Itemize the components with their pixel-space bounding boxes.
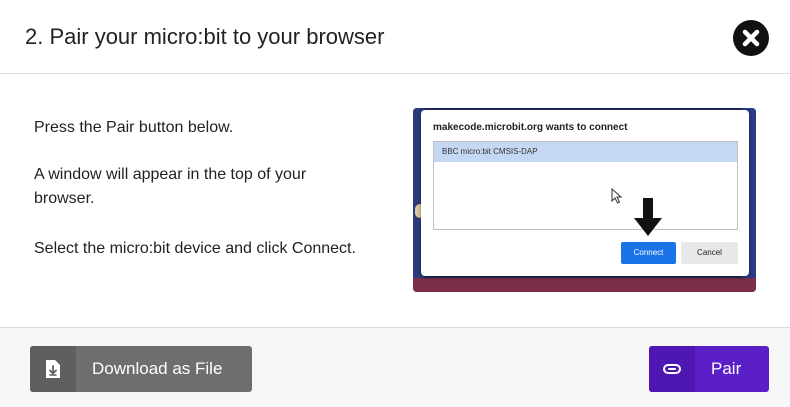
arrow-down-icon	[634, 198, 662, 236]
browser-dialog-title: makecode.microbit.org wants to connect	[433, 122, 628, 133]
download-button-label: Download as File	[92, 359, 223, 378]
dialog-footer: Download as File Pair	[0, 327, 790, 407]
link-icon	[663, 364, 681, 374]
browser-connect-button: Connect	[621, 242, 676, 264]
pair-button[interactable]: Pair	[649, 346, 769, 392]
dialog-content: Press the Pair button below. A window wi…	[0, 75, 790, 327]
download-as-file-button[interactable]: Download as File	[30, 346, 252, 392]
pairing-illustration: makecode.microbit.org wants to connect B…	[413, 108, 756, 292]
device-list: BBC micro:bit CMSIS-DAP	[433, 141, 738, 230]
dialog-header: 2. Pair your micro:bit to your browser	[0, 0, 790, 74]
cursor-icon	[611, 188, 623, 204]
browser-connect-dialog: makecode.microbit.org wants to connect B…	[421, 110, 749, 276]
pair-dialog: 2. Pair your micro:bit to your browser P…	[0, 0, 790, 407]
device-list-item: BBC micro:bit CMSIS-DAP	[434, 142, 737, 162]
instruction-2: A window will appear in the top of your …	[34, 166, 307, 207]
dialog-title: 2. Pair your micro:bit to your browser	[25, 24, 385, 49]
illustration-background	[413, 278, 756, 292]
file-download-icon	[46, 360, 60, 378]
download-icon-box	[30, 346, 76, 392]
close-icon	[742, 29, 760, 47]
instruction-3: Select the micro:bit device and click Co…	[34, 240, 356, 257]
pair-icon-box	[649, 346, 695, 392]
browser-cancel-button: Cancel	[681, 242, 738, 264]
pair-button-label: Pair	[711, 359, 742, 378]
instruction-1: Press the Pair button below.	[34, 119, 234, 136]
close-button[interactable]	[733, 20, 769, 56]
